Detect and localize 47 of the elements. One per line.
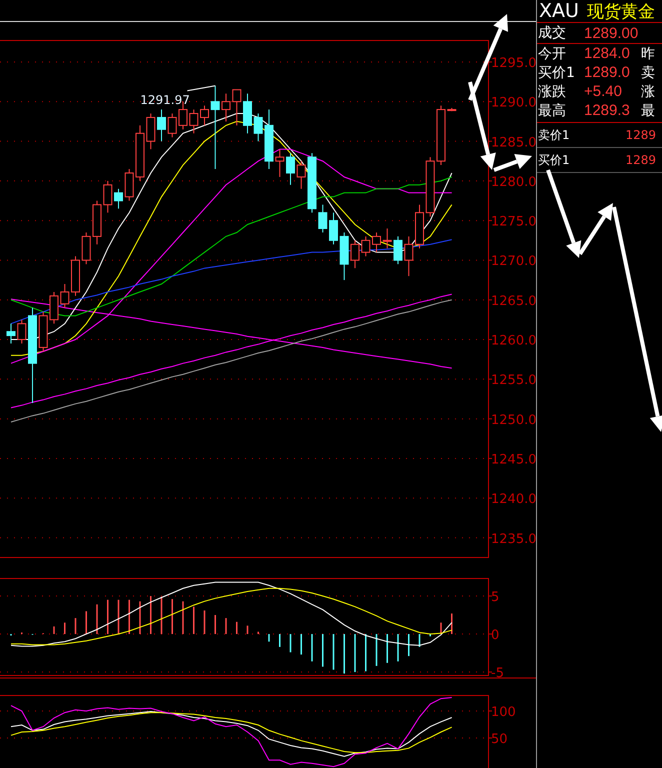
quote-value: 1284.0: [584, 45, 631, 62]
candlestick: [275, 148, 284, 178]
axis-label: 1235.0: [491, 532, 536, 547]
quote-value: 1289.3: [584, 102, 631, 119]
axis-label: 100: [491, 704, 516, 720]
candlestick: [210, 85, 220, 170]
candlestick: [222, 93, 230, 122]
candlestick: [157, 109, 166, 142]
symbol-code: XAU: [539, 0, 579, 22]
axis-label: 1245.0: [491, 452, 536, 468]
axis-label: 50: [491, 732, 508, 747]
quote-label: 最高: [537, 102, 567, 120]
axis-label: 1240.0: [491, 492, 536, 508]
axis-label: -5: [491, 666, 504, 680]
candlestick: [6, 323, 16, 344]
quote-label: 今开: [537, 44, 567, 62]
candlestick: [382, 228, 392, 249]
quote-label: 涨跌: [537, 82, 567, 100]
axis-label: 1260.0: [491, 334, 536, 349]
axis-label: 1270.0: [491, 254, 536, 270]
axis-label: 0: [491, 628, 500, 644]
quote-value: +5.40: [584, 83, 623, 100]
axis-label: 1285.0: [491, 135, 536, 150]
quote-label: 成交: [537, 24, 567, 42]
quote-label: 最: [641, 102, 655, 120]
instrument-name: 现货黄金: [586, 0, 655, 22]
quote-value: 1289.0: [584, 64, 631, 81]
order-book-label: 买价1: [538, 152, 570, 168]
axis-label: 1275.0: [491, 214, 536, 230]
axis-label: 5: [491, 590, 500, 606]
candlestick: [243, 93, 252, 134]
quote-value: 1289.00: [584, 24, 640, 42]
axis-label: 1265.0: [491, 294, 536, 309]
axis-label: 1290.0: [491, 96, 536, 111]
axis-label: 1255.0: [491, 373, 536, 388]
quote-label: 昨: [641, 44, 655, 62]
axis-label: 1280.0: [491, 174, 536, 190]
quote-label: 涨: [641, 82, 655, 100]
quote-label: 卖: [641, 64, 655, 82]
quote-label: 买价1: [537, 64, 576, 82]
order-book-price: 1289: [625, 128, 656, 142]
leader-line: [186, 85, 216, 92]
high-price-label: 1291.97: [140, 92, 190, 107]
axis-label: 1295.0: [491, 56, 536, 71]
axis-label: 1250.0: [491, 412, 536, 428]
order-book-label: 卖价1: [538, 126, 570, 144]
order-book-price: 1289: [625, 153, 656, 167]
